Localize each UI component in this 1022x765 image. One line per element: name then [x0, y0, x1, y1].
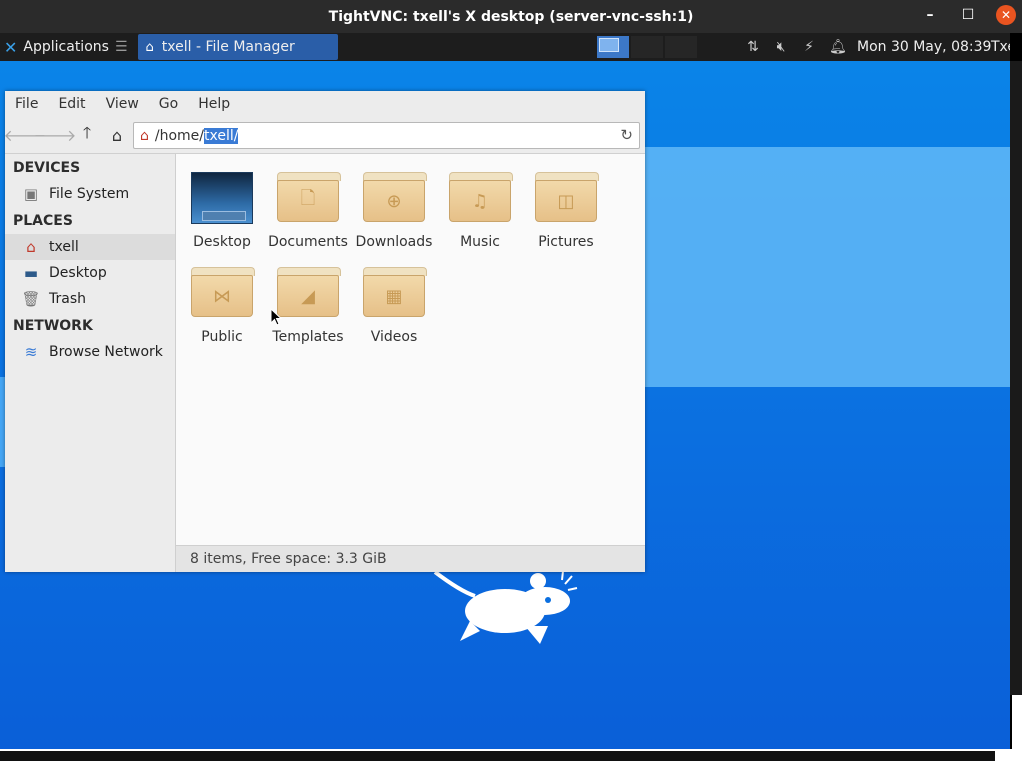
- folder-desktop[interactable]: Desktop: [179, 172, 265, 250]
- up-arrow-icon[interactable]: 🡑: [75, 123, 99, 147]
- workspace-3[interactable]: [665, 36, 697, 58]
- item-label: Downloads: [355, 234, 433, 250]
- menu-edit[interactable]: Edit: [48, 96, 95, 112]
- close-icon[interactable]: ✕: [996, 5, 1016, 25]
- menu-help[interactable]: Help: [188, 96, 240, 112]
- path-selected: txell/: [204, 127, 239, 144]
- documents-folder-icon: 🗋︎: [277, 172, 341, 224]
- file-view[interactable]: Desktop 🗋︎ Documents ⊕ Downloads ♫ Music…: [176, 154, 645, 545]
- desktop-folder-icon: [191, 172, 253, 224]
- applications-menu[interactable]: ✕ Applications ☰: [0, 33, 132, 61]
- file-manager-window: File Edit View Go Help 🡐 🡒 🡑 ⌂ ⌂ /home/t…: [4, 91, 645, 572]
- sidebar-item-label: Browse Network: [49, 344, 163, 360]
- places-heading: PLACES: [13, 213, 73, 229]
- vnc-scrollbar[interactable]: [0, 749, 1022, 765]
- devices-heading: DEVICES: [13, 160, 81, 176]
- music-folder-icon: ♫: [449, 172, 513, 224]
- sidebar-item-browse-network[interactable]: ≋ Browse Network: [5, 339, 175, 365]
- pictures-folder-icon: ◫: [535, 172, 599, 224]
- drive-icon: ▣: [23, 185, 39, 203]
- templates-folder-icon: ◢: [277, 267, 341, 319]
- item-label: Pictures: [538, 234, 594, 250]
- home-location-icon: ⌂: [140, 127, 149, 144]
- forward-arrow-icon[interactable]: 🡒: [34, 123, 77, 147]
- item-label: Desktop: [193, 234, 251, 250]
- sidebar-item-label: Trash: [49, 291, 86, 307]
- reload-icon[interactable]: ↻: [620, 126, 633, 144]
- menu-bar: File Edit View Go Help: [5, 91, 645, 117]
- maximize-icon[interactable]: ☐: [958, 7, 978, 23]
- folder-downloads[interactable]: ⊕ Downloads: [351, 172, 437, 250]
- item-label: Public: [201, 329, 243, 345]
- user-menu[interactable]: Txe: [991, 33, 1010, 61]
- location-bar[interactable]: ⌂ /home/txell/ ↻: [133, 122, 640, 149]
- menu-go[interactable]: Go: [149, 96, 188, 112]
- network-heading: NETWORK: [13, 318, 93, 334]
- minimize-icon[interactable]: –: [920, 7, 940, 23]
- home-icon[interactable]: ⌂: [105, 123, 129, 147]
- sidebar-item-label: File System: [49, 186, 130, 202]
- desktop-icon: ▬: [23, 264, 39, 282]
- taskbar-file-manager[interactable]: ⌂ txell - File Manager: [137, 34, 338, 60]
- folder-templates[interactable]: ◢ Templates: [265, 267, 351, 345]
- status-bar: 8 items, Free space: 3.3 GiB: [176, 545, 645, 572]
- menu-view[interactable]: View: [96, 96, 149, 112]
- menu-file[interactable]: File: [5, 96, 48, 112]
- item-label: Videos: [370, 329, 418, 345]
- taskbar-label: txell - File Manager: [161, 39, 295, 55]
- applications-label: Applications: [23, 39, 109, 55]
- notification-bell-icon[interactable]: 🔔︎: [829, 39, 847, 55]
- sidebar: DEVICES ▣ File System PLACES ⌂ txell ▬ D…: [5, 154, 176, 572]
- folder-pictures[interactable]: ◫ Pictures: [523, 172, 609, 250]
- system-tray: ⇅ 🔇︎ ⚡︎ 🔔︎: [745, 33, 847, 61]
- path-base: /home/: [154, 127, 205, 144]
- folder-public[interactable]: ⋈ Public: [179, 267, 265, 345]
- xfce-logo-icon: ✕: [4, 37, 18, 57]
- wifi-icon: ≋: [24, 343, 38, 361]
- vnc-title-bar: TightVNC: txell's X desktop (server-vnc-…: [0, 0, 1022, 33]
- sidebar-item-label: Desktop: [49, 265, 107, 281]
- public-folder-icon: ⋈: [191, 267, 255, 319]
- item-label: Music: [460, 234, 500, 250]
- sidebar-item-txell[interactable]: ⌂ txell: [5, 234, 175, 260]
- power-icon[interactable]: ⚡︎: [801, 39, 817, 55]
- trash-icon: 🗑︎: [21, 290, 41, 308]
- menu-separator-icon: ☰: [114, 39, 128, 55]
- folder-videos[interactable]: ▦ Videos: [351, 267, 437, 345]
- item-label: Templates: [272, 329, 344, 345]
- top-panel: ✕ Applications ☰ ⌂ txell - File Manager …: [0, 33, 1010, 61]
- sidebar-item-file-system[interactable]: ▣ File System: [5, 181, 175, 207]
- sidebar-item-label: txell: [49, 239, 79, 255]
- folder-music[interactable]: ♫ Music: [437, 172, 523, 250]
- workspace-2[interactable]: [631, 36, 663, 58]
- workspace-1[interactable]: [597, 36, 629, 58]
- vnc-window-title: TightVNC: txell's X desktop (server-vnc-…: [328, 8, 694, 25]
- clock[interactable]: Mon 30 May, 08:39: [857, 33, 991, 61]
- network-transfer-icon[interactable]: ⇅: [745, 39, 761, 55]
- videos-folder-icon: ▦: [363, 267, 427, 319]
- mouse-cursor-icon: [270, 308, 282, 326]
- folder-documents[interactable]: 🗋︎ Documents: [265, 172, 351, 250]
- sidebar-item-trash[interactable]: 🗑︎ Trash: [5, 286, 175, 312]
- item-label: Documents: [268, 234, 348, 250]
- volume-muted-icon[interactable]: 🔇︎: [773, 39, 789, 55]
- sidebar-item-desktop[interactable]: ▬ Desktop: [5, 260, 175, 286]
- xfce-mouse-logo: [433, 570, 578, 644]
- home-icon: ⌂: [145, 39, 154, 55]
- home-icon: ⌂: [26, 238, 36, 256]
- toolbar: 🡐 🡒 🡑 ⌂ ⌂ /home/txell/ ↻: [4, 117, 645, 154]
- downloads-folder-icon: ⊕: [363, 172, 427, 224]
